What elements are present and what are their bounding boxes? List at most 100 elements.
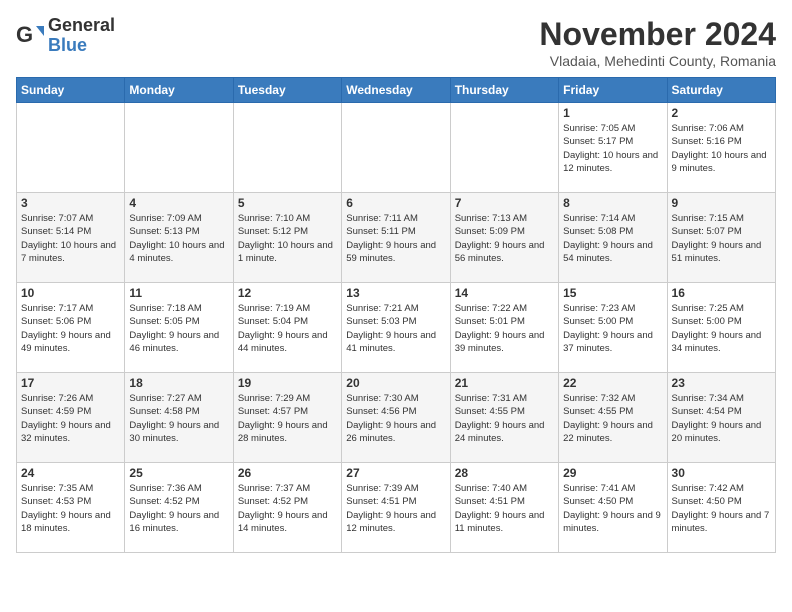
calendar-cell xyxy=(233,103,341,193)
calendar-cell: 23Sunrise: 7:34 AM Sunset: 4:54 PM Dayli… xyxy=(667,373,775,463)
calendar-cell: 19 Sunrise: 7:29 AM Sunset: 4:57 PM Dayli… xyxy=(233,373,341,463)
day-info: Sunrise: 7:42 AM Sunset: 4:50 PM Dayligh… xyxy=(672,482,771,535)
calendar-week-row: 1 Sunrise: 7:05 AM Sunset: 5:17 PM Daylig… xyxy=(17,103,776,193)
calendar-cell: 12 Sunrise: 7:19 AM Sunset: 5:04 PM Dayli… xyxy=(233,283,341,373)
day-info: Sunrise: 7:15 AM Sunset: 5:07 PM Dayligh… xyxy=(672,212,771,265)
calendar-cell: 30Sunrise: 7:42 AM Sunset: 4:50 PM Dayli… xyxy=(667,463,775,553)
calendar-cell: 17 Sunrise: 7:26 AM Sunset: 4:59 PM Dayli… xyxy=(17,373,125,463)
day-number: 18 xyxy=(129,376,228,390)
calendar-cell: 3 Sunrise: 7:07 AM Sunset: 5:14 PM Daylig… xyxy=(17,193,125,283)
day-number: 7 xyxy=(455,196,554,210)
calendar-cell: 24 Sunrise: 7:35 AM Sunset: 4:53 PM Dayli… xyxy=(17,463,125,553)
day-info: Sunrise: 7:36 AM Sunset: 4:52 PM Dayligh… xyxy=(129,482,228,535)
day-info: Sunrise: 7:17 AM Sunset: 5:06 PM Dayligh… xyxy=(21,302,120,355)
logo-icon: G xyxy=(16,22,44,50)
day-number: 19 xyxy=(238,376,337,390)
location-title: Vladaia, Mehedinti County, Romania xyxy=(539,53,776,69)
day-number: 6 xyxy=(346,196,445,210)
calendar-cell: 22Sunrise: 7:32 AM Sunset: 4:55 PM Dayli… xyxy=(559,373,667,463)
calendar-cell: 29 Sunrise: 7:41 AM Sunset: 4:50 PM Dayli… xyxy=(559,463,667,553)
calendar-cell: 1 Sunrise: 7:05 AM Sunset: 5:17 PM Daylig… xyxy=(559,103,667,193)
month-title: November 2024 xyxy=(539,16,776,53)
calendar-cell: 18 Sunrise: 7:27 AM Sunset: 4:58 PM Dayli… xyxy=(125,373,233,463)
day-info: Sunrise: 7:27 AM Sunset: 4:58 PM Dayligh… xyxy=(129,392,228,445)
header: G General Blue November 2024 Vladaia, Me… xyxy=(16,16,776,69)
day-info: Sunrise: 7:30 AM Sunset: 4:56 PM Dayligh… xyxy=(346,392,445,445)
calendar-cell: 5 Sunrise: 7:10 AM Sunset: 5:12 PM Daylig… xyxy=(233,193,341,283)
calendar-table: SundayMondayTuesdayWednesdayThursdayFrid… xyxy=(16,77,776,553)
calendar-cell: 8Sunrise: 7:14 AM Sunset: 5:08 PM Daylig… xyxy=(559,193,667,283)
day-info: Sunrise: 7:23 AM Sunset: 5:00 PM Dayligh… xyxy=(563,302,662,355)
calendar-cell: 2 Sunrise: 7:06 AM Sunset: 5:16 PM Daylig… xyxy=(667,103,775,193)
day-info: Sunrise: 7:31 AM Sunset: 4:55 PM Dayligh… xyxy=(455,392,554,445)
weekday-header: Friday xyxy=(559,78,667,103)
day-info: Sunrise: 7:10 AM Sunset: 5:12 PM Dayligh… xyxy=(238,212,337,265)
calendar-week-row: 10 Sunrise: 7:17 AM Sunset: 5:06 PM Dayli… xyxy=(17,283,776,373)
day-info: Sunrise: 7:11 AM Sunset: 5:11 PM Dayligh… xyxy=(346,212,445,265)
day-number: 3 xyxy=(21,196,120,210)
day-info: Sunrise: 7:40 AM Sunset: 4:51 PM Dayligh… xyxy=(455,482,554,535)
calendar-cell: 21 Sunrise: 7:31 AM Sunset: 4:55 PM Dayli… xyxy=(450,373,558,463)
weekday-header: Saturday xyxy=(667,78,775,103)
day-number: 25 xyxy=(129,466,228,480)
calendar-week-row: 3 Sunrise: 7:07 AM Sunset: 5:14 PM Daylig… xyxy=(17,193,776,283)
day-number: 14 xyxy=(455,286,554,300)
calendar-cell: 7 Sunrise: 7:13 AM Sunset: 5:09 PM Daylig… xyxy=(450,193,558,283)
calendar-cell: 16 Sunrise: 7:25 AM Sunset: 5:00 PM Dayli… xyxy=(667,283,775,373)
calendar-cell: 13Sunrise: 7:21 AM Sunset: 5:03 PM Dayli… xyxy=(342,283,450,373)
day-number: 28 xyxy=(455,466,554,480)
day-number: 21 xyxy=(455,376,554,390)
day-info: Sunrise: 7:05 AM Sunset: 5:17 PM Dayligh… xyxy=(563,122,662,175)
day-number: 10 xyxy=(21,286,120,300)
day-number: 5 xyxy=(238,196,337,210)
day-number: 11 xyxy=(129,286,228,300)
day-number: 27 xyxy=(346,466,445,480)
svg-text:G: G xyxy=(16,22,33,47)
calendar-cell: 9 Sunrise: 7:15 AM Sunset: 5:07 PM Daylig… xyxy=(667,193,775,283)
day-info: Sunrise: 7:13 AM Sunset: 5:09 PM Dayligh… xyxy=(455,212,554,265)
title-area: November 2024 Vladaia, Mehedinti County,… xyxy=(539,16,776,69)
day-number: 2 xyxy=(672,106,771,120)
day-info: Sunrise: 7:29 AM Sunset: 4:57 PM Dayligh… xyxy=(238,392,337,445)
day-info: Sunrise: 7:35 AM Sunset: 4:53 PM Dayligh… xyxy=(21,482,120,535)
calendar-week-row: 17 Sunrise: 7:26 AM Sunset: 4:59 PM Dayli… xyxy=(17,373,776,463)
calendar-cell: 11Sunrise: 7:18 AM Sunset: 5:05 PM Dayli… xyxy=(125,283,233,373)
day-info: Sunrise: 7:39 AM Sunset: 4:51 PM Dayligh… xyxy=(346,482,445,535)
day-number: 17 xyxy=(21,376,120,390)
day-info: Sunrise: 7:19 AM Sunset: 5:04 PM Dayligh… xyxy=(238,302,337,355)
calendar-cell: 14Sunrise: 7:22 AM Sunset: 5:01 PM Dayli… xyxy=(450,283,558,373)
day-number: 12 xyxy=(238,286,337,300)
day-info: Sunrise: 7:25 AM Sunset: 5:00 PM Dayligh… xyxy=(672,302,771,355)
logo-general: General xyxy=(48,15,115,35)
day-number: 15 xyxy=(563,286,662,300)
calendar-cell: 27 Sunrise: 7:39 AM Sunset: 4:51 PM Dayli… xyxy=(342,463,450,553)
logo: G General Blue xyxy=(16,16,115,56)
calendar-cell: 28 Sunrise: 7:40 AM Sunset: 4:51 PM Dayli… xyxy=(450,463,558,553)
day-info: Sunrise: 7:41 AM Sunset: 4:50 PM Dayligh… xyxy=(563,482,662,535)
day-info: Sunrise: 7:37 AM Sunset: 4:52 PM Dayligh… xyxy=(238,482,337,535)
day-info: Sunrise: 7:07 AM Sunset: 5:14 PM Dayligh… xyxy=(21,212,120,265)
calendar-cell xyxy=(342,103,450,193)
day-info: Sunrise: 7:26 AM Sunset: 4:59 PM Dayligh… xyxy=(21,392,120,445)
calendar-cell: 6 Sunrise: 7:11 AM Sunset: 5:11 PM Daylig… xyxy=(342,193,450,283)
calendar-cell xyxy=(17,103,125,193)
day-number: 8 xyxy=(563,196,662,210)
day-info: Sunrise: 7:06 AM Sunset: 5:16 PM Dayligh… xyxy=(672,122,771,175)
day-info: Sunrise: 7:21 AM Sunset: 5:03 PM Dayligh… xyxy=(346,302,445,355)
calendar-cell: 26 Sunrise: 7:37 AM Sunset: 4:52 PM Dayli… xyxy=(233,463,341,553)
day-number: 29 xyxy=(563,466,662,480)
day-info: Sunrise: 7:32 AM Sunset: 4:55 PM Dayligh… xyxy=(563,392,662,445)
calendar-cell xyxy=(450,103,558,193)
day-number: 16 xyxy=(672,286,771,300)
weekday-header-row: SundayMondayTuesdayWednesdayThursdayFrid… xyxy=(17,78,776,103)
calendar-cell: 10 Sunrise: 7:17 AM Sunset: 5:06 PM Dayli… xyxy=(17,283,125,373)
calendar-cell: 4Sunrise: 7:09 AM Sunset: 5:13 PM Daylig… xyxy=(125,193,233,283)
weekday-header: Wednesday xyxy=(342,78,450,103)
day-number: 9 xyxy=(672,196,771,210)
day-number: 1 xyxy=(563,106,662,120)
day-number: 26 xyxy=(238,466,337,480)
day-info: Sunrise: 7:09 AM Sunset: 5:13 PM Dayligh… xyxy=(129,212,228,265)
weekday-header: Thursday xyxy=(450,78,558,103)
day-number: 24 xyxy=(21,466,120,480)
calendar-cell xyxy=(125,103,233,193)
